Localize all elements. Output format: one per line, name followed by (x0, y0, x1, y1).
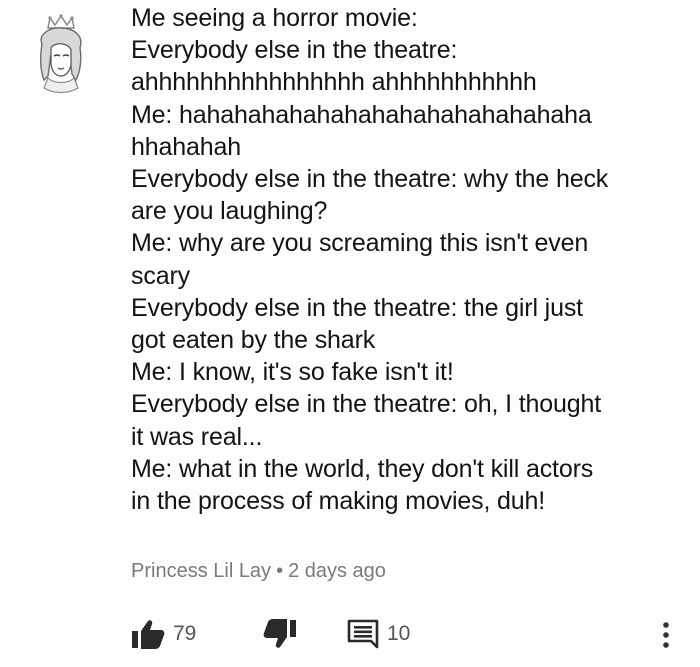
comment-line: Everybody else in the theatre: the girl … (131, 293, 583, 322)
reply-button[interactable]: 10 (347, 616, 410, 652)
comment-line: Everybody else in the theatre: why the h… (131, 165, 609, 194)
more-options-button[interactable] (659, 620, 673, 655)
comment-meta: Princess Lil Lay • 2 days ago (131, 560, 386, 583)
comment-line: it was real... (131, 422, 263, 451)
thumbs-up-icon (132, 620, 165, 649)
like-count: 79 (173, 622, 197, 645)
avatar-crown-girl-icon (39, 14, 82, 94)
comment-timestamp[interactable]: 2 days ago (288, 560, 386, 582)
comment-actions: 79 10 (131, 616, 691, 652)
comment-line: hhahahah (131, 132, 242, 161)
author-name[interactable]: Princess Lil Lay (131, 560, 271, 582)
comment-line: Me: I know, it's so fake isn't it! (131, 358, 454, 387)
comment-line: ahhhhhhhhhhhhhhhh ahhhhhhhhhhh (131, 68, 537, 97)
avatar[interactable] (20, 14, 102, 96)
comment-line: Me: what in the world, they don't kill a… (131, 454, 594, 483)
meta-separator: • (276, 560, 284, 582)
comment-line: got eaten by the shark (131, 326, 376, 355)
comment-line: Me: hahahahahahahahahahahahahahaha (131, 100, 592, 129)
like-button[interactable]: 79 (131, 616, 196, 652)
comment-line: Everybody else in the theatre: (131, 36, 458, 65)
thumbs-down-icon (263, 619, 296, 648)
comment-line: in the process of making movies, duh! (131, 487, 546, 516)
comment-line: scary (131, 261, 190, 290)
comment-line: are you laughing? (131, 197, 328, 226)
comment-line: Me: why are you screaming this isn't eve… (131, 229, 589, 258)
dislike-button[interactable] (263, 616, 297, 652)
reply-count: 10 (387, 622, 411, 645)
more-vert-icon (663, 622, 669, 648)
comment-icon (347, 619, 379, 649)
comment-line: Me seeing a horror movie: (131, 4, 418, 32)
comment-line: Everybody else in the theatre: oh, I tho… (131, 390, 602, 419)
comment-body: Me seeing a horror movie: Everybody else… (131, 2, 691, 517)
